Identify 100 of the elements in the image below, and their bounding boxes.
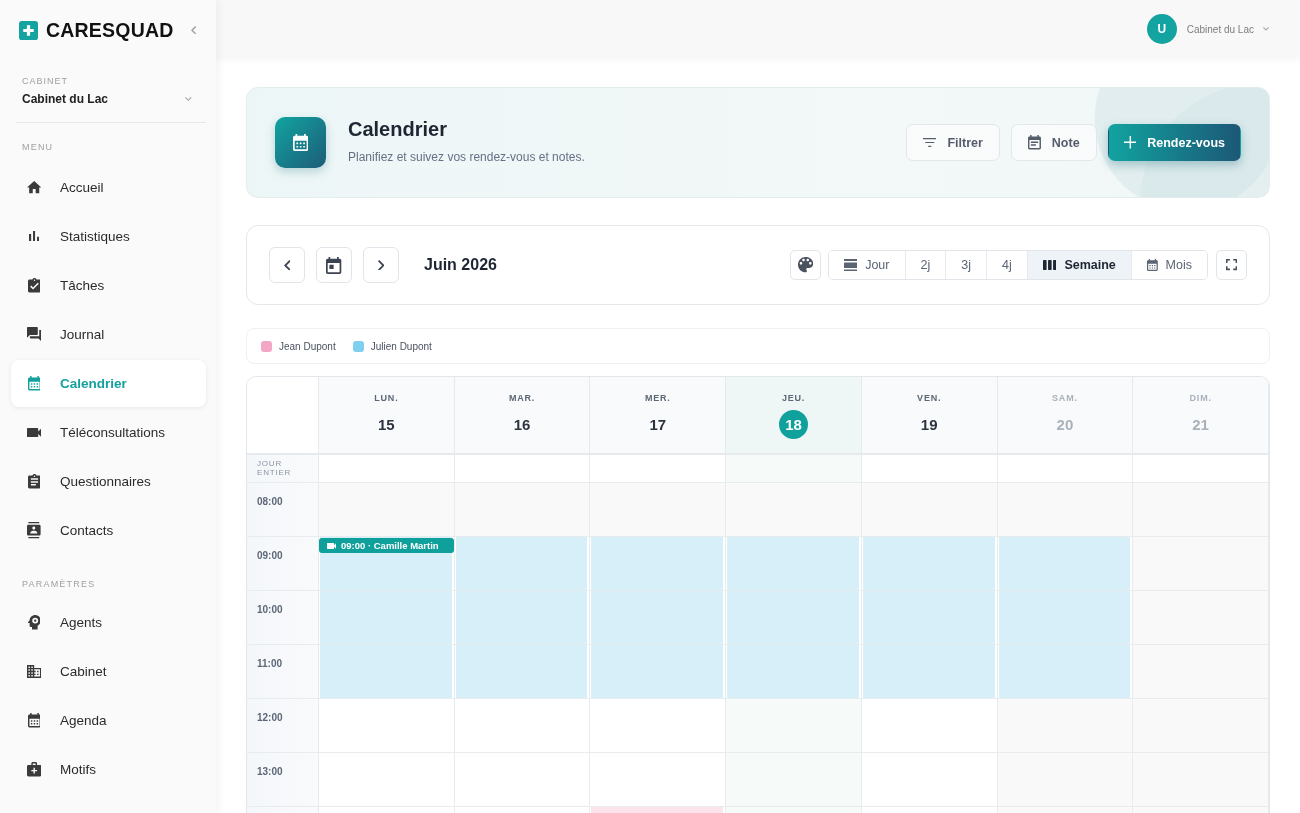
all-day-cell[interactable] (997, 455, 1134, 483)
all-day-cell[interactable] (861, 455, 998, 483)
building-icon (26, 665, 42, 678)
availability-block[interactable] (320, 591, 452, 644)
availability-block[interactable] (998, 645, 1131, 698)
availability-block[interactable] (591, 591, 724, 644)
note-icon (1027, 135, 1041, 150)
all-day-cell[interactable] (319, 455, 455, 483)
period-title: Juin 2026 (424, 256, 497, 274)
clipboard-icon (27, 474, 41, 489)
sidebar-item[interactable]: Journal (11, 311, 206, 358)
availability-block[interactable] (727, 537, 859, 590)
calendar-cell[interactable] (590, 753, 727, 807)
all-day-cell[interactable] (726, 455, 862, 483)
view-tab[interactable]: Mois (1130, 251, 1207, 279)
toolbar-button[interactable]: Note (1010, 124, 1097, 161)
account-menu[interactable]: Cabinet du Lac (1186, 23, 1269, 35)
availability-block[interactable] (591, 537, 724, 590)
legend-label: Julien Dupont (370, 340, 432, 352)
chevron-right-icon (377, 259, 385, 271)
day-name: DIM. (1189, 393, 1212, 403)
availability-block[interactable] (455, 591, 588, 644)
availability-block[interactable] (727, 591, 859, 644)
day-name: LUN. (374, 393, 399, 403)
availability-block[interactable] (862, 591, 995, 644)
sidebar-item[interactable]: Tâches (11, 262, 206, 309)
fullscreen-icon (1225, 259, 1238, 271)
page-title: Calendrier (348, 117, 448, 141)
calendar-cell[interactable] (319, 699, 455, 753)
day-name: MAR. (508, 393, 536, 403)
availability-block[interactable] (862, 537, 995, 590)
day-number: 18 (779, 410, 808, 439)
sidebar-item[interactable]: Cabinet (11, 648, 206, 695)
all-day-cell[interactable] (454, 455, 591, 483)
availability-block[interactable] (727, 645, 859, 698)
contact-card-icon (27, 522, 41, 539)
video-camera-icon (327, 542, 336, 549)
plus-icon (1123, 136, 1137, 149)
day-name: MER. (644, 393, 671, 403)
all-day-cell[interactable] (590, 455, 727, 483)
sidebar-item[interactable]: Questionnaires (11, 458, 206, 505)
day-name: SAM. (1052, 393, 1078, 403)
bar-chart-icon (28, 231, 40, 242)
legend-label: Jean Dupont (279, 340, 336, 352)
chat-bubbles-icon (26, 327, 42, 342)
view-tab[interactable]: Semaine (1026, 251, 1131, 279)
add-appointment-button[interactable]: Rendez-vous (1107, 124, 1241, 161)
chevron-down-icon (1263, 27, 1269, 31)
chevron-down-icon (185, 97, 192, 102)
calendar-cell[interactable] (454, 699, 591, 753)
next-button[interactable] (363, 247, 399, 283)
calendar-cell[interactable] (454, 753, 591, 807)
medical-bag-icon (26, 762, 42, 777)
day-number: 17 (648, 415, 668, 435)
palette-button[interactable] (789, 250, 821, 280)
logo-icon (19, 20, 38, 40)
all-day-label: JOUR ENTIER (257, 459, 293, 477)
all-day-cell[interactable] (1133, 455, 1269, 483)
day-name: JEU. (781, 393, 806, 403)
cabinet-select[interactable]: Cabinet du Lac (22, 92, 192, 107)
home-icon (26, 181, 42, 194)
sidebar-item[interactable]: Contacts (11, 507, 206, 554)
calendar-cell[interactable] (319, 753, 455, 807)
availability-block[interactable] (455, 537, 588, 590)
sidebar-item[interactable]: Téléconsultations (11, 409, 206, 456)
sidebar-item[interactable]: Agenda (11, 697, 206, 744)
sidebar-item[interactable]: Accueil (11, 164, 206, 211)
availability-block[interactable] (998, 537, 1131, 590)
section-title: MENU (22, 142, 54, 152)
logo-text: CARESQUAD (46, 18, 174, 42)
availability-block[interactable] (320, 645, 452, 698)
availability-block[interactable] (862, 645, 995, 698)
previous-button[interactable] (269, 247, 305, 283)
time-label: 13:00 (257, 766, 283, 777)
day-view-icon (843, 258, 858, 272)
availability-block[interactable] (455, 645, 588, 698)
section-title: PARAMÈTRES (22, 579, 96, 589)
calendar-icon (27, 376, 41, 391)
day-number: 21 (1191, 415, 1210, 435)
day-name: VEN. (917, 393, 942, 403)
sidebar-item[interactable]: Agents (11, 599, 206, 646)
time-label: 08:00 (257, 496, 283, 507)
calendar-icon (27, 713, 41, 728)
toolbar-button[interactable]: Filtrer (905, 124, 1000, 161)
time-label: 10:00 (257, 604, 283, 615)
sidebar-item[interactable]: Motifs (11, 746, 206, 793)
today-button[interactable] (316, 247, 352, 283)
time-label: 12:00 (257, 712, 283, 723)
calendar-cell[interactable] (590, 699, 727, 753)
availability-block[interactable] (998, 591, 1131, 644)
page-subtitle: Planifiez et suivez vos rendez-vous et notes. (348, 150, 585, 164)
field-label: CABINET (22, 76, 68, 86)
availability-block[interactable] (591, 645, 724, 698)
collapse-button[interactable] (188, 23, 198, 37)
calendar-icon (275, 117, 326, 168)
calendar-icon (326, 256, 342, 274)
calendar-cell[interactable] (726, 699, 862, 753)
fullscreen-button[interactable] (1216, 250, 1247, 280)
sidebar-item[interactable]: Statistiques (11, 213, 206, 260)
calendar-cell[interactable] (861, 699, 998, 753)
